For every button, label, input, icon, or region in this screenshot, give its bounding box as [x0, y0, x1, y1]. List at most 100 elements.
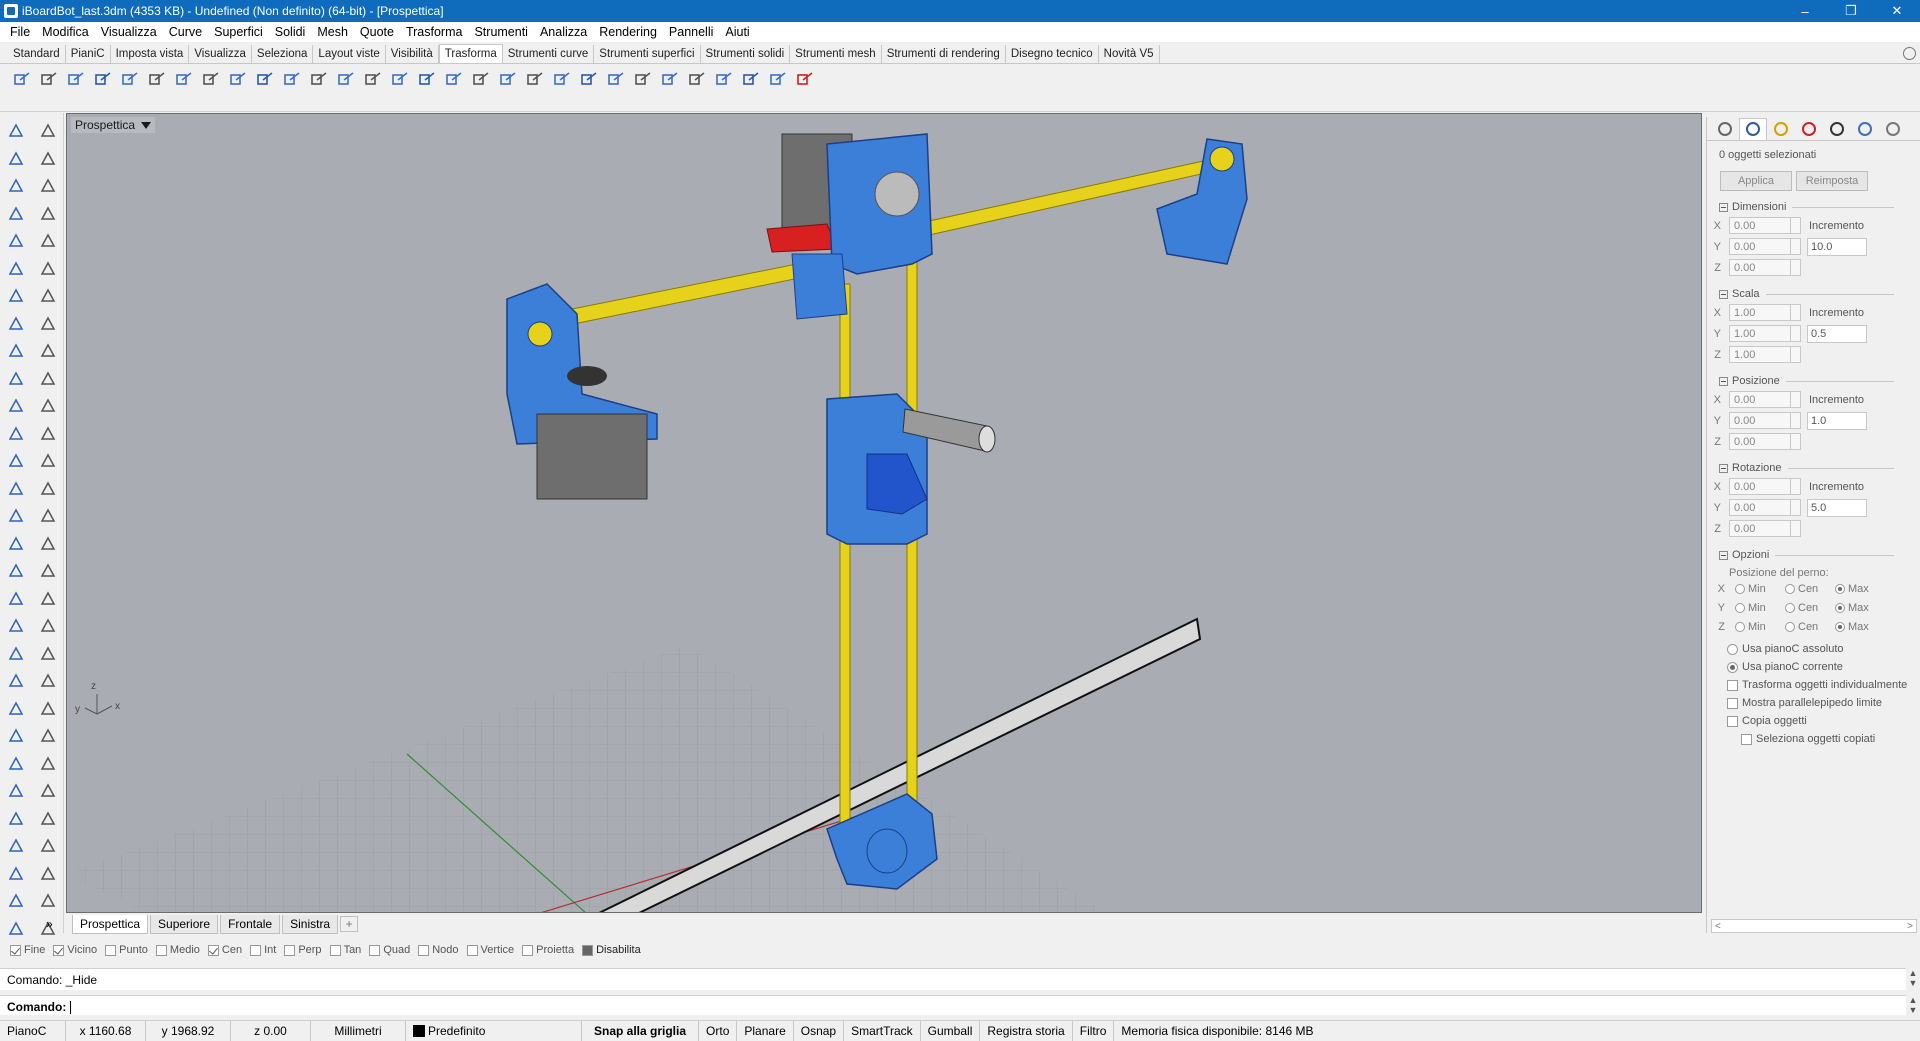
toolbar-tab-strumenti-superfici[interactable]: Strumenti superfici	[594, 45, 701, 63]
join-icon-29[interactable]	[36, 504, 60, 528]
set-points-icon[interactable]	[523, 68, 547, 92]
menu-item-modifica[interactable]: Modifica	[36, 22, 95, 42]
radio-icon[interactable]	[1727, 643, 1738, 655]
offset-icon-24[interactable]	[4, 449, 28, 473]
toolbar-tab-visibilit-[interactable]: Visibilità	[386, 45, 439, 63]
record-history-toggle[interactable]: Registra storia	[980, 1020, 1073, 1041]
cplane-status[interactable]: PianoC	[0, 1020, 66, 1041]
pyramid-icon-13[interactable]	[36, 284, 60, 308]
scroll-down-icon[interactable]: ▼	[1909, 1005, 1918, 1015]
checkbox-icon[interactable]	[155, 944, 167, 956]
collapse-icon[interactable]	[1719, 202, 1728, 212]
taper-icon[interactable]	[280, 68, 304, 92]
radio-icon[interactable]	[1835, 583, 1845, 594]
radio-selected-icon[interactable]	[1727, 661, 1738, 673]
value-spinner-y[interactable]: 0.00	[1729, 499, 1801, 516]
spin-arrows-icon[interactable]	[1790, 239, 1800, 254]
close-button[interactable]: ✕	[1874, 0, 1920, 22]
checkbox-icon[interactable]	[1727, 697, 1738, 709]
align-icon[interactable]	[361, 68, 385, 92]
boolean-icon-31[interactable]	[36, 532, 60, 556]
fillet-icon-25[interactable]	[36, 449, 60, 473]
checkbox-icon[interactable]	[1727, 715, 1738, 727]
increment-input[interactable]: 10.0	[1807, 237, 1867, 256]
panel-horizontal-scrollbar[interactable]: < >	[1711, 919, 1917, 933]
checkbox-icon[interactable]	[522, 944, 534, 956]
explode-icon-30[interactable]	[4, 532, 28, 556]
bend-icon[interactable]	[253, 68, 277, 92]
menu-item-curve[interactable]: Curve	[163, 22, 208, 42]
spin-arrows-icon[interactable]	[1790, 392, 1800, 407]
value-spinner-z[interactable]: 0.00	[1729, 259, 1801, 276]
scroll-up-icon[interactable]: ▲	[1909, 968, 1918, 978]
menu-item-aiuti[interactable]: Aiuti	[719, 22, 755, 42]
pivot-max-radio[interactable]: Max	[1835, 621, 1879, 633]
mirror-icon[interactable]	[145, 68, 169, 92]
menu-item-trasforma[interactable]: Trasforma	[400, 22, 469, 42]
radio-icon[interactable]	[1835, 602, 1845, 613]
block-icon-39[interactable]	[36, 642, 60, 666]
menu-item-quote[interactable]: Quote	[354, 22, 400, 42]
transform-individually-option[interactable]: Trasforma oggetti individualmente	[1727, 676, 1920, 694]
spin-arrows-icon[interactable]	[1790, 434, 1800, 449]
osnap-medio[interactable]: Medio	[155, 944, 200, 956]
value-spinner-x[interactable]: 0.00	[1729, 217, 1801, 234]
radio-icon[interactable]	[1785, 621, 1795, 632]
toolbar-options-gear-icon[interactable]	[1903, 47, 1916, 60]
sphere-icon-52[interactable]	[4, 834, 28, 858]
perspective-viewport[interactable]: z y x Prospettica	[66, 113, 1702, 913]
checkbox-icon[interactable]	[53, 944, 65, 956]
show-bounding-box-option[interactable]: Mostra parallelepipedo limite	[1727, 694, 1920, 712]
osnap-fine[interactable]: Fine	[10, 944, 45, 956]
toolbar-tab-disegno-tecnico[interactable]: Disegno tecnico	[1006, 45, 1099, 63]
value-spinner-z[interactable]: 1.00	[1729, 346, 1801, 363]
sphere-icon-7[interactable]	[36, 202, 60, 226]
toolbar-tab-layout-viste[interactable]: Layout viste	[313, 45, 386, 63]
view-tab-sinistra[interactable]: Sinistra	[282, 914, 339, 934]
text-icon-36[interactable]	[4, 614, 28, 638]
stretch-icon[interactable]	[631, 68, 655, 92]
toolbar-tab-strumenti-mesh[interactable]: Strumenti mesh	[790, 45, 882, 63]
panel-tab-layers-icon[interactable]	[1739, 117, 1767, 140]
toolbar-tab-seleziona[interactable]: Seleziona	[252, 45, 314, 63]
orient-icon[interactable]	[172, 68, 196, 92]
osnap-perp[interactable]: Perp	[284, 944, 322, 956]
array-icon[interactable]	[199, 68, 223, 92]
viewport-title[interactable]: Prospettica	[71, 117, 156, 133]
pivot-cen-radio[interactable]: Cen	[1785, 583, 1829, 595]
checkbox-icon[interactable]	[582, 944, 594, 956]
torus-icon-55[interactable]	[36, 862, 60, 886]
toolbar-tab-strumenti-solidi[interactable]: Strumenti solidi	[701, 45, 791, 63]
menu-item-strumenti[interactable]: Strumenti	[468, 22, 534, 42]
options-header[interactable]: Opzioni	[1719, 547, 1920, 563]
reset-button[interactable]: Reimposta	[1796, 171, 1868, 191]
spin-arrows-icon[interactable]	[1790, 479, 1800, 494]
unroll-icon[interactable]	[766, 68, 790, 92]
value-spinner-y[interactable]: 0.00	[1729, 412, 1801, 429]
line-icon-5[interactable]	[36, 174, 60, 198]
blend-icon-23[interactable]	[36, 422, 60, 446]
osnap-cen[interactable]: Cen	[207, 944, 242, 956]
spin-arrows-icon[interactable]	[1790, 347, 1800, 362]
checkbox-icon[interactable]	[10, 944, 21, 956]
pivot-cen-radio[interactable]: Cen	[1785, 621, 1829, 633]
value-spinner-x[interactable]: 1.00	[1729, 304, 1801, 321]
checkbox-icon[interactable]	[329, 944, 341, 956]
osnap-disabilita[interactable]: Disabilita	[582, 944, 641, 956]
spin-arrows-icon[interactable]	[1790, 305, 1800, 320]
array-curve-icon[interactable]	[469, 68, 493, 92]
splop-icon[interactable]	[658, 68, 682, 92]
grid-array-icon[interactable]	[415, 68, 439, 92]
toolbar-tab-standard[interactable]: Standard	[8, 45, 66, 63]
view-tab-frontale[interactable]: Frontale	[220, 914, 281, 934]
select-icon-0[interactable]	[4, 119, 28, 143]
menu-item-pannelli[interactable]: Pannelli	[663, 22, 719, 42]
curve-icon-3[interactable]	[36, 147, 60, 171]
toolbar-tab-imposta-vista[interactable]: Imposta vista	[111, 45, 190, 63]
menu-item-analizza[interactable]: Analizza	[534, 22, 593, 42]
flow-icon[interactable]	[307, 68, 331, 92]
ellipsoid-icon-56[interactable]	[4, 889, 28, 913]
osnap-tan[interactable]: Tan	[329, 944, 361, 956]
orient-curve-icon[interactable]	[577, 68, 601, 92]
copy-objects-option[interactable]: Copia oggetti	[1727, 712, 1920, 730]
